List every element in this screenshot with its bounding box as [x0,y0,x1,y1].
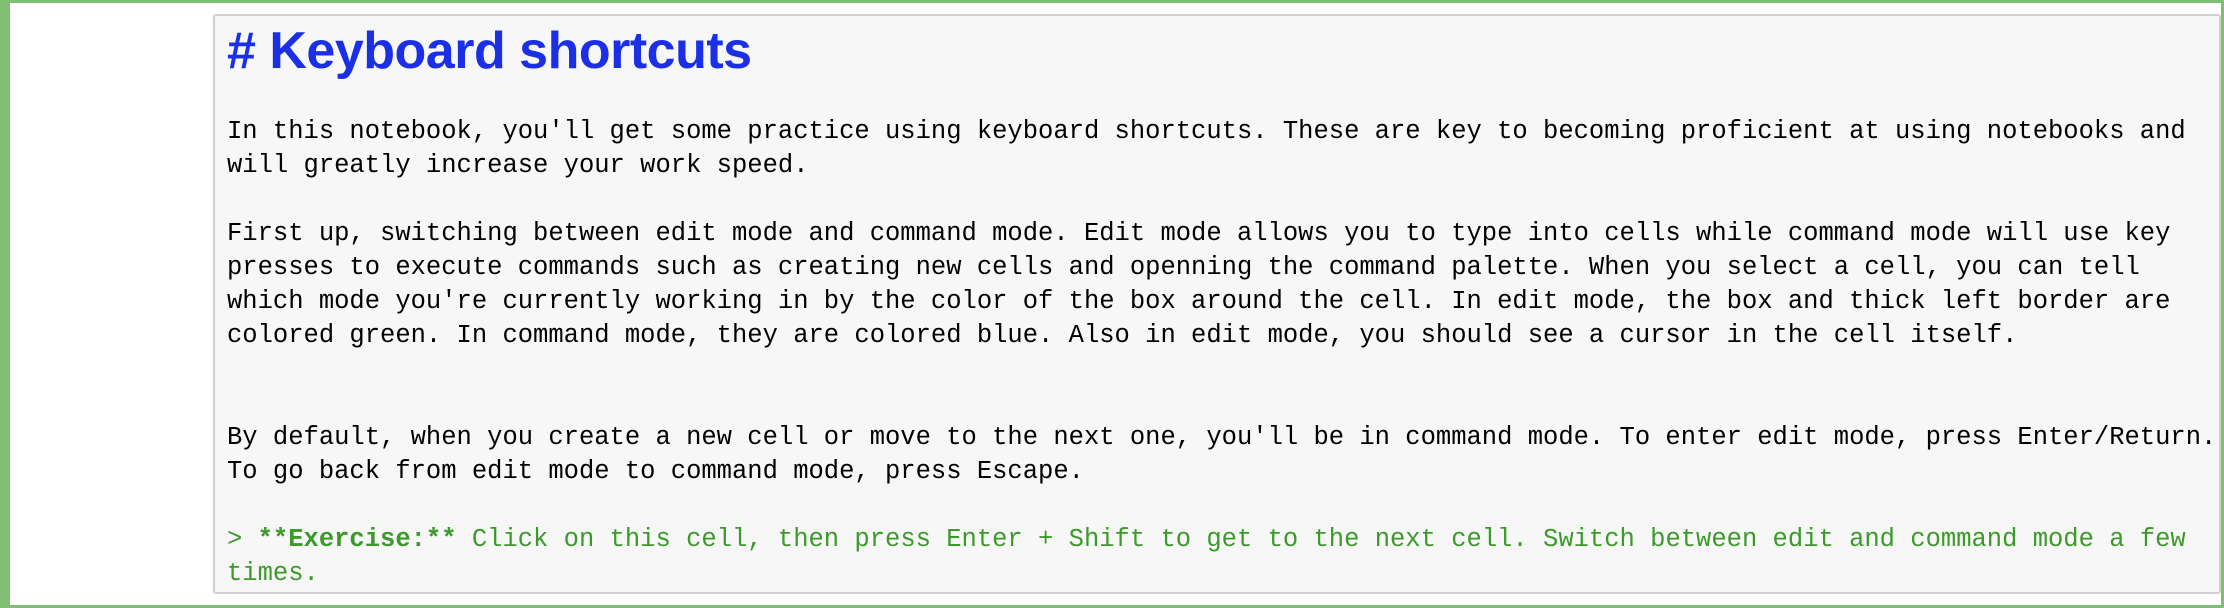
exercise-blockquote: > **Exercise:** Click on this cell, then… [227,523,2222,591]
paragraph-default-mode: By default, when you create a new cell o… [227,423,2217,486]
cell-editor[interactable]: # Keyboard shortcuts In this notebook, y… [213,14,2221,594]
paragraph-modes: First up, switching between edit mode an… [227,219,2171,350]
heading-line: # Keyboard shortcuts [227,22,752,80]
blockquote-marker: > [227,525,258,554]
paragraph-intro: In this notebook, you'll get some practi… [227,117,2186,180]
notebook-cell[interactable]: # Keyboard shortcuts In this notebook, y… [0,0,2224,608]
exercise-label: **Exercise:** [257,525,457,554]
exercise-text: Click on this cell, then press Enter + S… [227,525,2186,588]
